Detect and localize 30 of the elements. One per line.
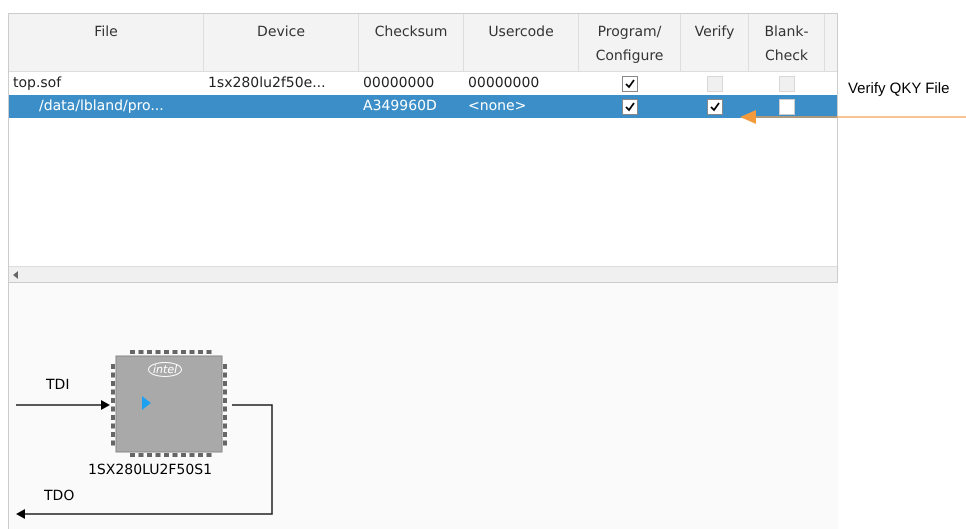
column-header[interactable]: File [9,14,204,71]
column-header[interactable]: Device [204,14,359,71]
checkmark-icon [710,102,720,112]
checkbox[interactable] [622,98,638,114]
checkmark-icon [625,78,635,88]
table-row[interactable]: /data/lbland/pro... A349960D <none> [9,95,837,118]
device-name: 1SX280LU2F50S1 [88,461,212,480]
scroll-left-icon[interactable] [13,270,19,278]
table-cell-text: top.sof [13,74,62,93]
checkmark-icon [625,102,635,112]
table-cell-text: /data/lbland/pro... [38,97,164,116]
column-header[interactable]: Usercode [464,14,579,71]
checkbox[interactable] [707,98,723,114]
chip-logo: intel [148,362,182,377]
checkbox[interactable] [779,98,795,114]
table-cell: A349960D [363,98,437,114]
horizontal-scrollbar[interactable] [9,266,837,282]
table-cell: 00000000 [468,75,540,91]
callout-label: Verify QKY File [848,79,950,99]
table-cell: 1sx280lu2f50e... [208,75,326,91]
column-header[interactable]: Blank- Check [749,14,825,71]
column-header[interactable]: Checksum [359,14,464,71]
table-cell: <none> [468,98,526,114]
table-row[interactable]: top.sof 1sx280lu2f50e... 00000000 00000000 [9,72,837,95]
checkbox[interactable] [622,76,638,92]
table-cell: 00000000 [363,75,434,91]
tdo-label: TDO [44,487,74,506]
column-header[interactable]: Program/ Configure [579,14,681,71]
tdi-label: TDI [46,376,70,395]
column-header[interactable]: Verify [681,14,749,71]
